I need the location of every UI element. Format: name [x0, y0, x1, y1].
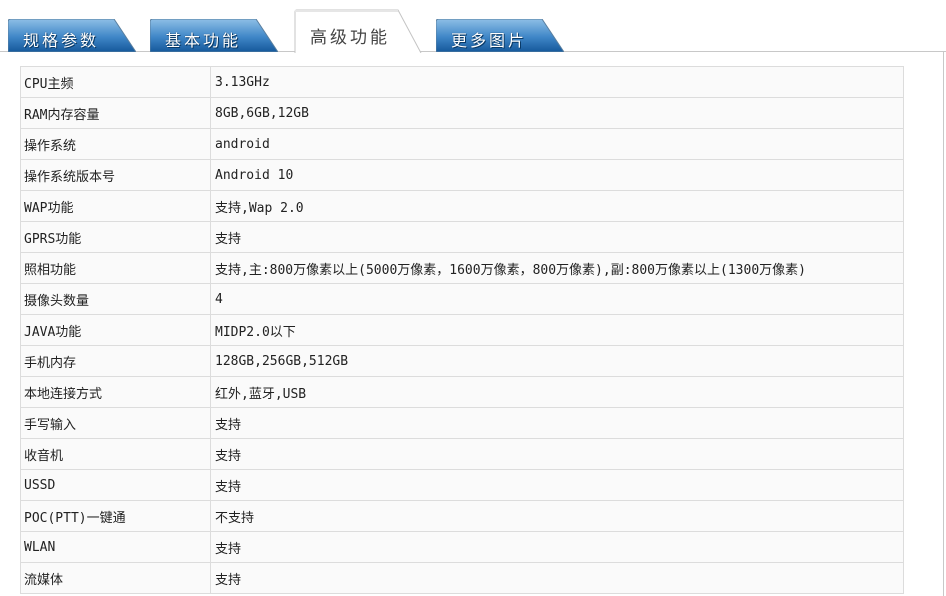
spec-key: JAVA功能	[20, 314, 211, 346]
spec-value: Android 10	[210, 159, 904, 191]
spec-key: GPRS功能	[20, 221, 211, 253]
table-row: 流媒体 支持	[20, 562, 904, 594]
spec-key: 收音机	[20, 438, 211, 470]
spec-value: 3.13GHz	[210, 66, 904, 98]
table-row: USSD 支持	[20, 469, 904, 501]
table-row: 收音机 支持	[20, 438, 904, 470]
spec-value: 8GB,6GB,12GB	[210, 97, 904, 129]
tab-basic-functions-label: 基本功能	[165, 31, 242, 50]
spec-value: 支持	[210, 407, 904, 439]
spec-key: 流媒体	[20, 562, 211, 594]
spec-key: USSD	[20, 469, 211, 501]
spec-key: CPU主频	[20, 66, 211, 98]
table-row: 操作系统 android	[20, 128, 904, 160]
spec-value: 4	[210, 283, 904, 315]
table-row: 手写输入 支持	[20, 407, 904, 439]
tab-more-images[interactable]: 更多图片	[436, 19, 564, 52]
table-row: POC(PTT)一键通 不支持	[20, 500, 904, 532]
spec-value: 支持,Wap 2.0	[210, 190, 904, 222]
spec-key: 照相功能	[20, 252, 211, 284]
spec-key: 操作系统	[20, 128, 211, 160]
spec-key: RAM内存容量	[20, 97, 211, 129]
spec-value: MIDP2.0以下	[210, 314, 904, 346]
spec-value: 支持,主:800万像素以上(5000万像素，1600万像素，800万像素),副:…	[210, 252, 904, 284]
table-row: 摄像头数量 4	[20, 283, 904, 315]
table-row: CPU主频 3.13GHz	[20, 66, 904, 98]
table-row: GPRS功能 支持	[20, 221, 904, 253]
table-row: JAVA功能 MIDP2.0以下	[20, 314, 904, 346]
table-row: 照相功能 支持,主:800万像素以上(5000万像素，1600万像素，800万像…	[20, 252, 904, 284]
tab-specs[interactable]: 规格参数	[8, 19, 136, 52]
table-row: WLAN 支持	[20, 531, 904, 563]
spec-key: WAP功能	[20, 190, 211, 222]
spec-key: POC(PTT)一键通	[20, 500, 211, 532]
spec-key: 本地连接方式	[20, 376, 211, 408]
spec-key: 手机内存	[20, 345, 211, 377]
page: 规格参数 基本功能 高级功能 更多图片 CPU主频 3.13GHz RAM内存容…	[0, 0, 946, 596]
content-border-right	[943, 51, 944, 596]
table-row: 操作系统版本号 Android 10	[20, 159, 904, 191]
tab-advanced-functions-label: 高级功能	[310, 28, 390, 48]
spec-value: 支持	[210, 469, 904, 501]
spec-value: 支持	[210, 531, 904, 563]
tab-specs-label: 规格参数	[23, 31, 100, 50]
table-row: WAP功能 支持,Wap 2.0	[20, 190, 904, 222]
tab-more-images-label: 更多图片	[451, 31, 528, 50]
table-row: 本地连接方式 红外,蓝牙,USB	[20, 376, 904, 408]
spec-key: 摄像头数量	[20, 283, 211, 315]
spec-value: 128GB,256GB,512GB	[210, 345, 904, 377]
spec-key: 操作系统版本号	[20, 159, 211, 191]
tab-advanced-functions[interactable]: 高级功能	[294, 9, 422, 53]
tab-bar: 规格参数 基本功能 高级功能 更多图片	[0, 0, 946, 54]
table-row: RAM内存容量 8GB,6GB,12GB	[20, 97, 904, 129]
spec-value: android	[210, 128, 904, 160]
spec-key: 手写输入	[20, 407, 211, 439]
spec-table: CPU主频 3.13GHz RAM内存容量 8GB,6GB,12GB 操作系统 …	[20, 66, 904, 594]
spec-key: WLAN	[20, 531, 211, 563]
spec-value: 支持	[210, 438, 904, 470]
spec-table-body: CPU主频 3.13GHz RAM内存容量 8GB,6GB,12GB 操作系统 …	[20, 66, 904, 594]
spec-value: 不支持	[210, 500, 904, 532]
spec-value: 红外,蓝牙,USB	[210, 376, 904, 408]
spec-value: 支持	[210, 221, 904, 253]
spec-value: 支持	[210, 562, 904, 594]
tab-basic-functions[interactable]: 基本功能	[150, 19, 278, 52]
table-row: 手机内存 128GB,256GB,512GB	[20, 345, 904, 377]
